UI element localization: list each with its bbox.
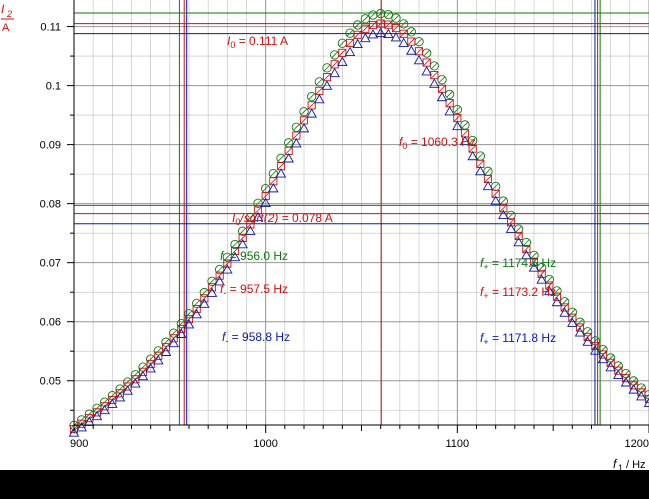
x-label-sub: 1	[618, 463, 623, 470]
y-label-sub: 2	[6, 9, 12, 19]
annotation-fminus-blue: f- = 958.8 Hz	[222, 330, 290, 346]
annotation-f0: f0 = 1060.3 Hz	[399, 135, 476, 151]
data-point-slash	[231, 241, 239, 248]
data-point-slash	[461, 121, 469, 129]
data-point-slash	[369, 21, 377, 29]
data-point-slash	[431, 62, 438, 70]
data-point-slash	[170, 329, 177, 337]
annotation-fplus-blue: f+ = 1171.8 Hz	[480, 331, 556, 347]
annotation-fminus-red: f- = 957.5 Hz	[220, 282, 288, 298]
data-point-slash	[330, 60, 339, 69]
data-point-slash	[307, 101, 316, 110]
data-point-slash	[216, 266, 223, 273]
x-tick-label: 1200	[625, 438, 649, 450]
x-axis-label: f 1 / Hz	[613, 457, 646, 473]
data-point-slash	[484, 168, 492, 175]
data-point-slash	[392, 14, 400, 22]
data-point-slash	[293, 123, 300, 131]
data-point-slash	[353, 30, 362, 39]
svg-text:I0 = 0.111 A: I0 = 0.111 A	[227, 34, 288, 50]
data-point-slash	[515, 225, 522, 233]
series-circle	[69, 8, 649, 431]
svg-text:f+ = 1171.8 Hz: f+ = 1171.8 Hz	[480, 331, 556, 347]
x-tick-label: 900	[70, 438, 88, 450]
chart-container: 0.05 0.06 0.07 0.08 0.09 0.1 0.11 900 1000 1100 12…	[0, 0, 649, 473]
y-tick-label: 0.06	[40, 317, 61, 329]
data-point	[444, 106, 455, 116]
data-point	[344, 46, 356, 57]
data-point-slash	[270, 170, 277, 177]
y-tick-label: 0.11	[40, 22, 61, 34]
annotation-fplus-red: f+ = 1173.2 Hz	[480, 285, 556, 301]
data-point-slash	[362, 15, 369, 23]
svg-text:f+ = 1174.5 Hz: f+ = 1174.5 Hz	[480, 256, 556, 272]
y-label-unit: A	[2, 22, 10, 34]
data-point-slash	[438, 84, 446, 93]
data-point-slash	[155, 347, 162, 355]
x-tick-label: 1100	[446, 438, 470, 450]
data-point-slash	[277, 155, 285, 162]
data-point-slash	[423, 49, 430, 57]
data-point-slash	[523, 239, 530, 246]
data-point-slash	[315, 86, 324, 95]
resonance-chart: 0.050.060.070.080.090.10.11900 1000 1100 12…	[1, 0, 649, 473]
data-point	[398, 37, 409, 48]
data-point-slash	[308, 93, 315, 100]
data-point-slash	[316, 78, 323, 86]
data-point-slash	[422, 58, 431, 67]
data-point-slash	[445, 99, 454, 108]
x-label-unit: / Hz	[626, 459, 646, 470]
svg-text:f- = 957.5 Hz: f- = 957.5 Hz	[220, 282, 288, 298]
annotation-i0-sqrt2: I0/sqrt(2) = 0.078 A	[232, 211, 333, 227]
svg-text:f- = 958.8 Hz: f- = 958.8 Hz	[222, 330, 290, 346]
data-point-slash	[477, 152, 484, 160]
data-point	[406, 45, 417, 55]
svg-text:f0 = 1060.3 Hz: f0 = 1060.3 Hz	[399, 135, 476, 151]
data-point-slash	[584, 328, 591, 336]
data-point-slash	[392, 24, 400, 32]
data-point-slash	[438, 76, 446, 84]
data-point-slash	[331, 51, 338, 59]
y-label-symbol: I	[1, 2, 5, 16]
y-tick-label: 0.07	[40, 258, 61, 270]
data-point-slash	[446, 91, 453, 98]
data-point-slash	[599, 346, 607, 353]
data-series	[68, 8, 649, 437]
y-axis-label: I 2 A	[1, 2, 14, 34]
series-triangle	[68, 27, 649, 437]
data-point-slash	[346, 39, 354, 47]
grid	[73, 0, 649, 425]
data-point-slash	[407, 37, 416, 46]
data-point-slash	[430, 71, 439, 80]
svg-text:f- = 956.0 Hz: f- = 956.0 Hz	[220, 249, 288, 265]
data-point	[306, 108, 317, 118]
data-point	[329, 67, 340, 78]
svg-text:I0/sqrt(2) = 0.078 A: I0/sqrt(2) = 0.078 A	[232, 211, 333, 227]
series-square	[69, 19, 649, 434]
y-tick-label: 0.09	[40, 140, 61, 152]
data-point-slash	[162, 338, 170, 346]
data-point	[421, 65, 432, 76]
annotation-fplus-green: f+ = 1174.5 Hz	[480, 256, 556, 272]
svg-text:f+ = 1173.2 Hz: f+ = 1173.2 Hz	[480, 285, 556, 301]
annotation-fminus-green: f- = 956.0 Hz	[220, 249, 288, 265]
y-tick-label: 0.1	[46, 81, 61, 93]
y-tick-label: 0.08	[40, 199, 61, 211]
x-tick-label: 1000	[253, 438, 277, 450]
data-point-slash	[384, 20, 393, 29]
data-point-slash	[323, 64, 331, 72]
annotation-i0: I0 = 0.111 A	[227, 34, 288, 50]
y-tick-label: 0.05	[40, 376, 61, 388]
